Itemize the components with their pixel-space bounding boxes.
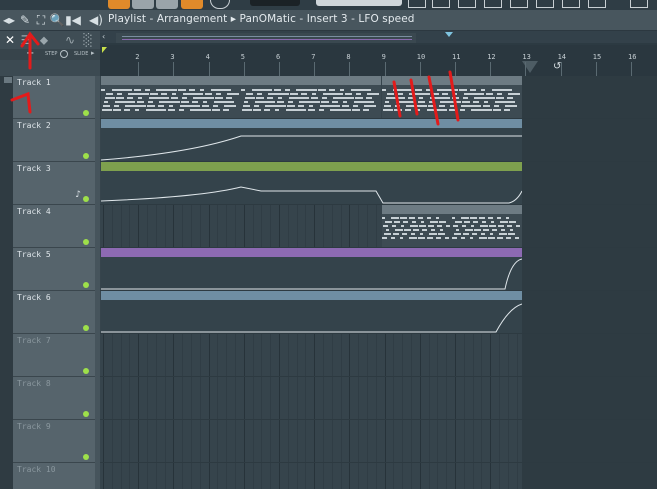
red-annotations: [10, 31, 460, 126]
annotation-stroke-1: [392, 80, 402, 118]
annotation-arrow-up: [20, 31, 40, 70]
annotation-stroke-2: [409, 78, 419, 116]
annotation-stroke-3: [427, 75, 440, 126]
annotation-stroke-4: [448, 70, 460, 122]
annotation-number-one: [10, 91, 32, 114]
